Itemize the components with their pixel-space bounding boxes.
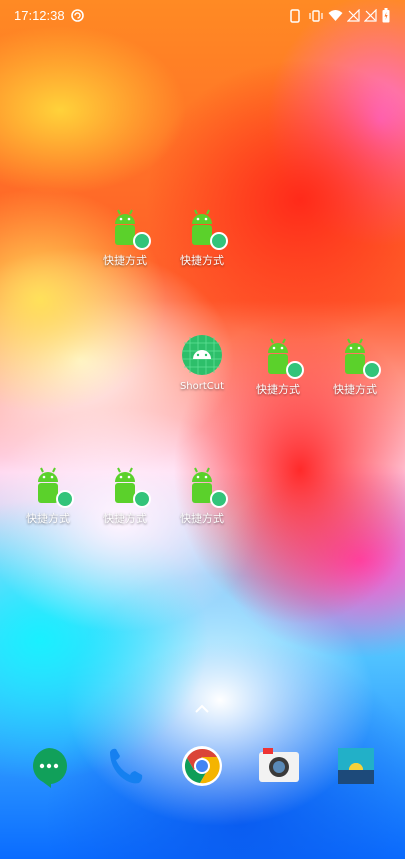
- android-robot-icon: [333, 333, 381, 379]
- app-label: 快捷方式: [26, 512, 70, 525]
- app-label: 快捷方式: [333, 383, 377, 396]
- shortcut-app-icon: [180, 333, 224, 377]
- sync-icon: [71, 9, 84, 22]
- shortcut-app-shortcut[interactable]: ShortCut: [164, 333, 240, 392]
- shortcut-app[interactable]: 快捷方式: [317, 333, 393, 397]
- shortcut-app[interactable]: 快捷方式: [240, 333, 316, 397]
- android-badge-icon: [363, 361, 381, 379]
- app-label: 快捷方式: [180, 512, 224, 525]
- app-label: 快捷方式: [103, 512, 147, 525]
- android-badge-icon: [210, 490, 228, 508]
- gallery-icon[interactable]: [334, 744, 378, 788]
- no-sim-icon: [347, 9, 360, 22]
- shortcut-app[interactable]: 快捷方式: [87, 462, 163, 526]
- shortcut-app[interactable]: 快捷方式: [10, 462, 86, 526]
- shortcut-app[interactable]: 快捷方式: [164, 204, 240, 268]
- shortcut-app[interactable]: 快捷方式: [164, 462, 240, 526]
- app-drawer-chevron-icon[interactable]: [193, 702, 211, 716]
- app-label: 快捷方式: [256, 383, 300, 396]
- android-robot-icon: [180, 204, 228, 250]
- shortcut-app[interactable]: 快捷方式: [87, 204, 163, 268]
- battery-icon: [382, 8, 390, 23]
- android-badge-icon: [133, 232, 151, 250]
- app-label: ShortCut: [179, 381, 225, 392]
- android-robot-icon: [26, 462, 74, 508]
- phone-icon[interactable]: [104, 744, 148, 788]
- wifi-icon: [328, 10, 343, 21]
- no-sim-icon: [364, 9, 377, 22]
- android-robot-icon: [103, 204, 151, 250]
- status-time: 17:12:38: [14, 8, 65, 23]
- app-label: 快捷方式: [103, 254, 147, 267]
- home-screen: 17:12:38 快捷方式 快捷方式 ShortCut 快捷方式 快捷方式 快捷…: [0, 0, 405, 859]
- android-robot-icon: [103, 462, 151, 508]
- android-badge-icon: [133, 490, 151, 508]
- android-badge-icon: [210, 232, 228, 250]
- android-badge-icon: [286, 361, 304, 379]
- chrome-icon[interactable]: [180, 744, 224, 788]
- app-label: 快捷方式: [180, 254, 224, 267]
- hangouts-icon[interactable]: [27, 744, 71, 788]
- android-robot-icon: [180, 462, 228, 508]
- android-robot-icon: [256, 333, 304, 379]
- android-badge-icon: [56, 490, 74, 508]
- phone-icon: [290, 9, 300, 23]
- status-bar: 17:12:38: [0, 0, 405, 32]
- camera-icon[interactable]: [257, 744, 301, 788]
- vibrate-icon: [309, 10, 323, 22]
